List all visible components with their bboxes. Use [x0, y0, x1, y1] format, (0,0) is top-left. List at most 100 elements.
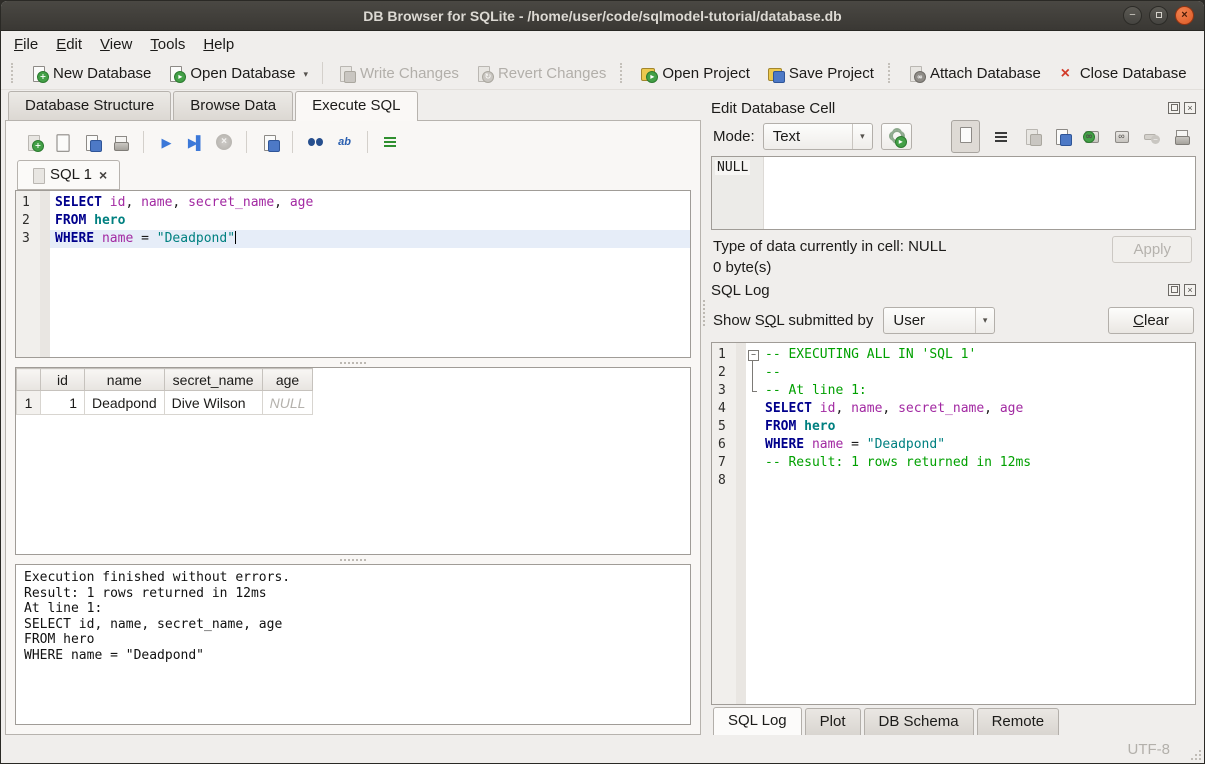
- column-header-name[interactable]: name: [85, 369, 165, 391]
- code-line[interactable]: 5FROM hero: [712, 418, 1195, 436]
- tab-database-structure[interactable]: Database Structure: [8, 91, 171, 120]
- code-line[interactable]: 8: [712, 472, 1195, 490]
- fold-margin: [736, 454, 746, 472]
- column-header-secret_name[interactable]: secret_name: [164, 369, 262, 391]
- menu-item-edit[interactable]: Edit: [47, 33, 91, 56]
- execute-line-icon[interactable]: ▶▌: [187, 134, 204, 151]
- results-table: idnamesecret_nameage11DeadpondDive Wilso…: [16, 368, 313, 415]
- attach-database-button[interactable]: Attach Database: [899, 61, 1049, 86]
- cell-editor[interactable]: NULL: [711, 156, 1196, 230]
- titlebar[interactable]: DB Browser for SQLite - /home/user/code/…: [1, 1, 1204, 31]
- splitter-handle[interactable]: [15, 358, 691, 367]
- dock-float-icon[interactable]: [1168, 102, 1180, 114]
- open-project-button[interactable]: Open Project: [631, 61, 758, 86]
- dock-tab-remote[interactable]: Remote: [977, 708, 1060, 736]
- dock-tab-db-schema[interactable]: DB Schema: [864, 708, 974, 736]
- text-mode-button[interactable]: [951, 120, 980, 153]
- menu-item-help[interactable]: Help: [194, 33, 243, 56]
- write-changes-button[interactable]: Write Changes: [329, 61, 467, 86]
- close-database-button[interactable]: × Close Database: [1049, 61, 1195, 86]
- print-cell-icon[interactable]: [1173, 128, 1190, 145]
- toolbar-handle[interactable]: [11, 63, 16, 83]
- resize-grip[interactable]: [1189, 748, 1201, 760]
- maximize-button[interactable]: [1149, 6, 1168, 25]
- chevron-down-icon: ▾: [852, 124, 872, 149]
- mode-select[interactable]: Text ▾: [763, 123, 873, 150]
- auto-switch-mode-button[interactable]: [881, 123, 912, 150]
- table-cell[interactable]: 1: [41, 391, 85, 415]
- line-number: 3: [16, 230, 40, 248]
- submitted-by-select[interactable]: User ▾: [883, 307, 995, 334]
- toolbar-handle[interactable]: [620, 63, 625, 83]
- apply-button[interactable]: Apply: [1112, 236, 1192, 263]
- cell-editor-area[interactable]: [764, 157, 1195, 229]
- dock-tab-sql-log[interactable]: SQL Log: [713, 707, 802, 737]
- dock-tab-plot[interactable]: Plot: [805, 708, 861, 736]
- import-data-icon[interactable]: [1023, 128, 1040, 145]
- code-line[interactable]: 2--: [712, 364, 1195, 382]
- sql-tab-icon: [30, 167, 43, 182]
- code-line[interactable]: 3WHERE name = "Deadpond": [16, 230, 690, 248]
- dock-float-icon[interactable]: [1168, 284, 1180, 296]
- sql-tab-close-icon[interactable]: ×: [99, 169, 107, 181]
- close-button[interactable]: ×: [1175, 6, 1194, 25]
- new-database-button[interactable]: New Database: [22, 61, 159, 86]
- fold-column: [746, 418, 760, 436]
- print-icon[interactable]: [112, 134, 129, 151]
- revert-changes-button[interactable]: Revert Changes: [467, 61, 614, 86]
- minimize-button[interactable]: −: [1123, 6, 1142, 25]
- vertical-splitter[interactable]: [701, 90, 707, 735]
- mode-label: Mode:: [713, 128, 755, 145]
- code-line[interactable]: 1SELECT id, name, secret_name, age: [16, 194, 690, 212]
- table-cell[interactable]: NULL: [262, 391, 313, 415]
- new-sql-tab-icon[interactable]: [25, 134, 42, 151]
- execution-message[interactable]: Execution finished without errors.Result…: [15, 564, 691, 725]
- column-header-id[interactable]: id: [41, 369, 85, 391]
- clear-button[interactable]: Clear: [1108, 307, 1194, 334]
- results-grid[interactable]: idnamesecret_nameage11DeadpondDive Wilso…: [15, 367, 691, 555]
- word-wrap-icon[interactable]: [993, 128, 1010, 145]
- menu-item-file[interactable]: File: [5, 33, 47, 56]
- code-line[interactable]: 3-- At line 1:: [712, 382, 1195, 400]
- save-sql-file-icon[interactable]: [83, 134, 100, 151]
- open-database-button[interactable]: Open Database ▾: [159, 61, 316, 86]
- fold-corner-icon[interactable]: [746, 382, 760, 400]
- execute-sql-icon[interactable]: ▶: [158, 134, 175, 151]
- toolbar-handle[interactable]: [888, 63, 893, 83]
- row-number[interactable]: 1: [17, 391, 41, 415]
- fold-line-icon[interactable]: [746, 364, 760, 382]
- open-sql-file-icon[interactable]: [53, 133, 72, 152]
- code-line[interactable]: 6WHERE name = "Deadpond": [712, 436, 1195, 454]
- format-sql-icon[interactable]: [382, 134, 399, 151]
- code-line[interactable]: 2FROM hero: [16, 212, 690, 230]
- splitter-handle[interactable]: [15, 555, 691, 564]
- dock-close-icon[interactable]: ×: [1184, 102, 1196, 114]
- menu-item-tools[interactable]: Tools: [141, 33, 194, 56]
- export-data-icon[interactable]: [1053, 128, 1070, 145]
- link-icon[interactable]: [1113, 128, 1130, 145]
- stop-icon[interactable]: ×: [216, 134, 232, 150]
- export-results-icon[interactable]: [261, 134, 278, 151]
- code-line[interactable]: 7-- Result: 1 rows returned in 12ms: [712, 454, 1195, 472]
- tab-execute-sql[interactable]: Execute SQL: [295, 91, 417, 121]
- fold-minus-icon[interactable]: [746, 346, 760, 364]
- menu-item-view[interactable]: View: [91, 33, 141, 56]
- code-line[interactable]: 4SELECT id, name, secret_name, age: [712, 400, 1195, 418]
- find-icon[interactable]: [307, 134, 324, 151]
- column-header-age[interactable]: age: [262, 369, 313, 391]
- open-in-external-icon[interactable]: [1083, 128, 1100, 145]
- dock-close-icon[interactable]: ×: [1184, 284, 1196, 296]
- code-line[interactable]: 1-- EXECUTING ALL IN 'SQL 1': [712, 346, 1195, 364]
- find-replace-icon[interactable]: ab: [336, 134, 353, 151]
- open-database-dropdown-arrow[interactable]: ▾: [303, 69, 308, 82]
- edit-cell-title: Edit Database Cell: [711, 100, 835, 117]
- tab-browse-data[interactable]: Browse Data: [173, 91, 293, 120]
- sql-editor[interactable]: 1SELECT id, name, secret_name, age2FROM …: [15, 190, 691, 358]
- table-row[interactable]: 11DeadpondDive WilsonNULL: [17, 391, 313, 415]
- sql-log-view[interactable]: 1-- EXECUTING ALL IN 'SQL 1'2--3-- At li…: [711, 342, 1196, 705]
- table-cell[interactable]: Deadpond: [85, 391, 165, 415]
- set-null-icon[interactable]: [1143, 128, 1160, 145]
- sql-tab[interactable]: SQL 1 ×: [17, 160, 120, 190]
- table-cell[interactable]: Dive Wilson: [164, 391, 262, 415]
- save-project-button[interactable]: Save Project: [758, 61, 882, 86]
